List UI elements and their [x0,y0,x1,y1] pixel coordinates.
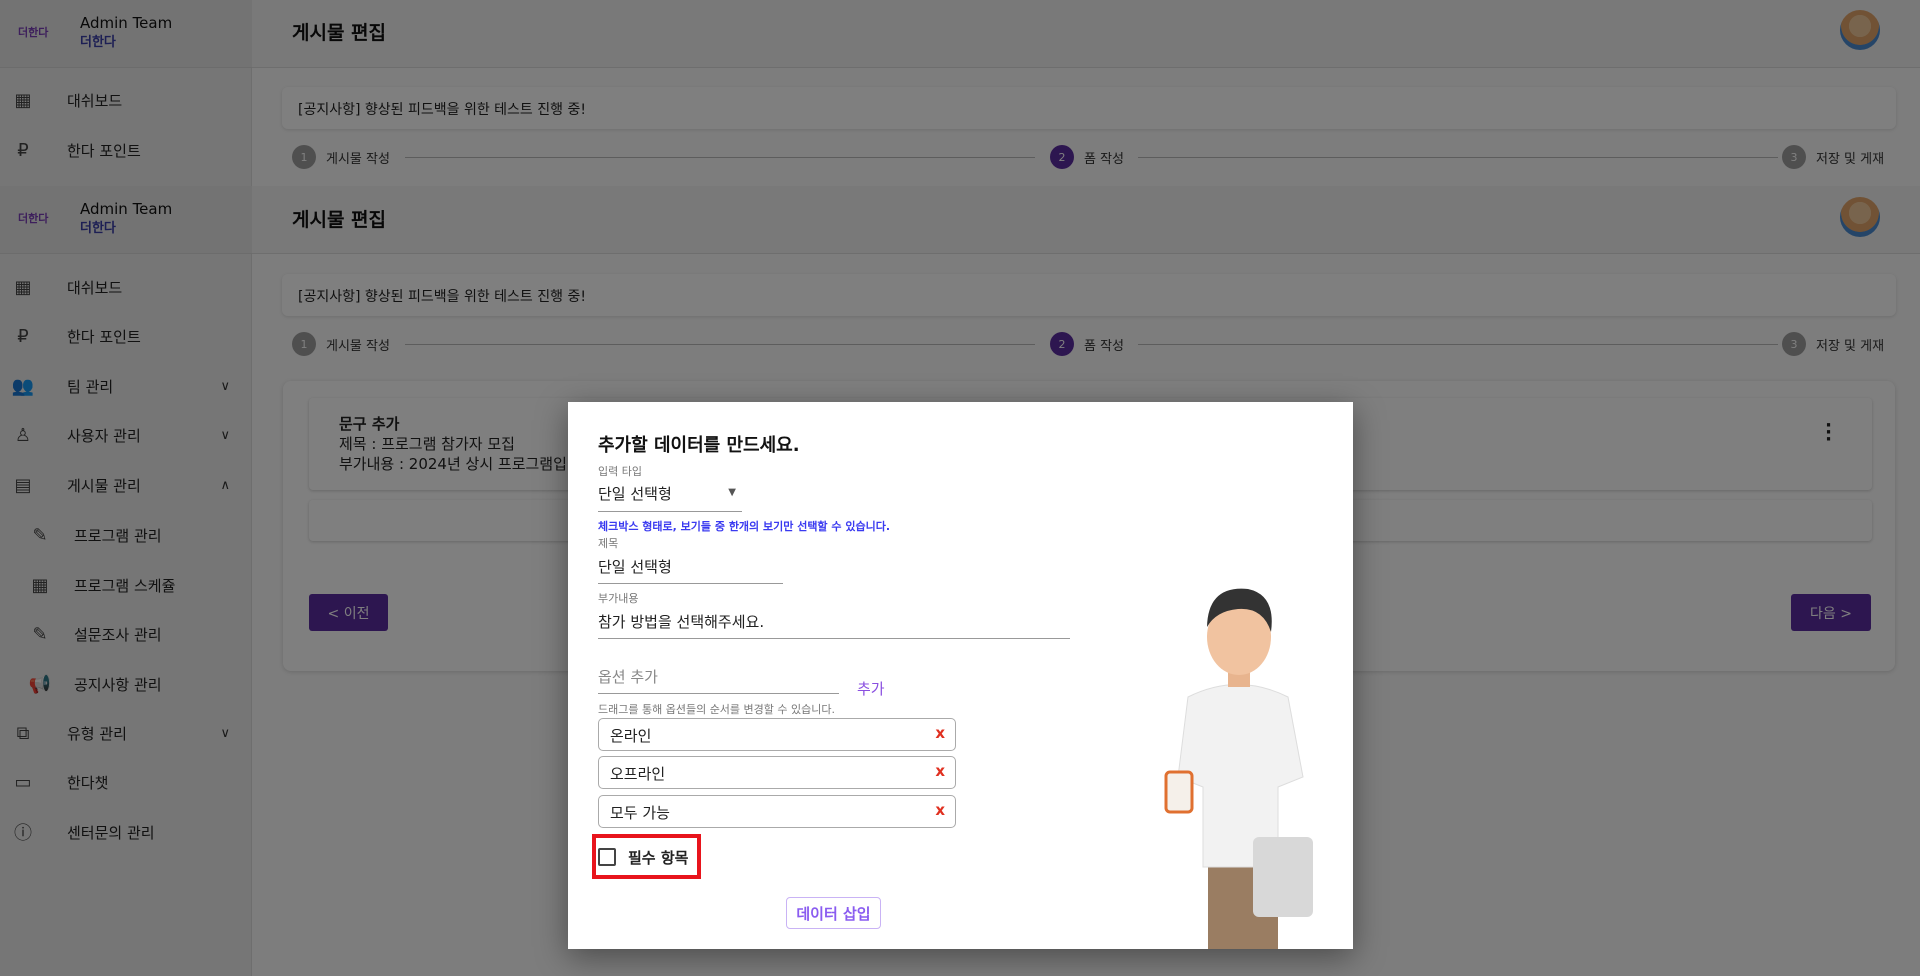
character-illustration [1164,588,1313,949]
option-item[interactable]: 오프라인 x [598,756,956,789]
add-option-button[interactable]: 추가 [857,678,885,699]
dialog-title: 추가할 데이터를 만드세요. [598,435,800,456]
coffee-cup [1164,770,1194,814]
required-checkbox[interactable] [598,848,616,866]
extra-input[interactable]: 참가 방법을 선택해주세요. [598,611,1070,639]
dropdown-arrow-icon: ▼ [728,487,736,498]
laptop [1253,837,1313,917]
type-help-text: 체크박스 형태로, 보기들 중 한개의 보기만 선택할 수 있습니다. [598,520,890,533]
remove-icon[interactable]: x [935,762,945,780]
insert-data-button[interactable]: 데이터 삽입 [786,897,881,929]
add-data-dialog: 추가할 데이터를 만드세요. 입력 타입 단일 선택형 ▼ 체크박스 형태로, … [568,402,1353,949]
title-input[interactable]: 단일 선택형 [598,556,783,584]
remove-icon[interactable]: x [935,801,945,819]
option-input[interactable]: 옵션 추가 [598,666,839,694]
input-type-select[interactable]: 단일 선택형 ▼ [598,483,742,512]
option-item[interactable]: 온라인 x [598,718,956,751]
option-item[interactable]: 모두 가능 x [598,795,956,828]
remove-icon[interactable]: x [935,724,945,742]
